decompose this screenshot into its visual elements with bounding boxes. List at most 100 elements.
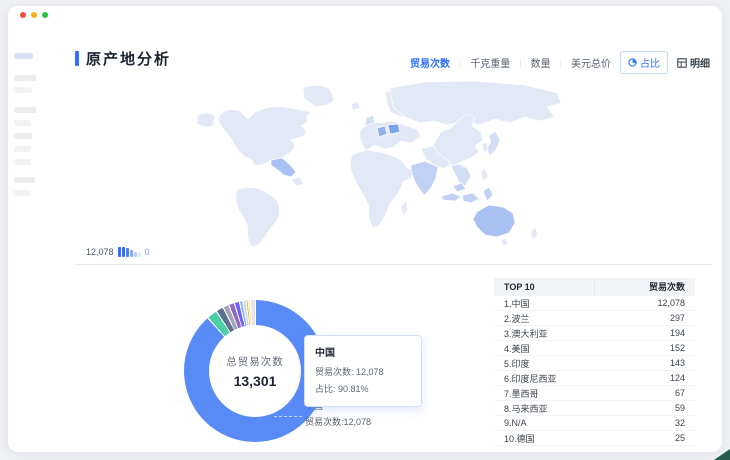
title-accent-bar [75, 51, 79, 66]
tooltip-ratio: 占比: 90.81% [315, 381, 411, 398]
table-header-value: 贸易次数 [594, 278, 695, 296]
tab-kg-weight[interactable]: 千克重量 [470, 55, 510, 70]
row-name: 5.印度 [494, 357, 594, 370]
donut-slice-label-value: 贸易次数:12,078 [305, 414, 371, 430]
sidebar-skeleton-bar [14, 53, 33, 59]
minimize-window-button[interactable] [31, 12, 37, 18]
row-value: 143 [594, 358, 695, 368]
world-map [85, 76, 715, 260]
table-row: 8.马来西亚 59 [494, 401, 695, 416]
map-region-alaska[interactable] [197, 113, 215, 127]
row-value: 152 [594, 343, 695, 353]
map-legend: 12,078 0 [86, 247, 150, 257]
row-name: 2.波兰 [494, 312, 594, 325]
table-grid-icon [677, 58, 687, 68]
row-value: 124 [594, 373, 695, 383]
map-region-indonesia[interactable] [483, 187, 493, 201]
map-region-tasmania[interactable] [501, 238, 508, 246]
map-region-madagascar[interactable] [401, 201, 408, 216]
tab-separator: | [560, 58, 562, 68]
map-legend-max: 12,078 [86, 247, 114, 257]
tooltip-trade-count: 贸易次数: 12,078 [315, 364, 411, 381]
donut-label-leader-line [274, 416, 302, 417]
donut-tooltip: 中国 贸易次数: 12,078 占比: 90.81% [304, 335, 422, 407]
table-header-rank: TOP 10 [494, 282, 594, 292]
app-window: 原产地分析 贸易次数 | 千克重量 | 数量 | 美元总价 占比 明细 [8, 6, 722, 452]
table-row: 5.印度 143 [494, 356, 695, 371]
sidebar-skeleton-bar [14, 146, 31, 152]
tooltip-title: 中国 [315, 344, 411, 359]
map-region-southeast-asia[interactable] [451, 164, 471, 186]
table-row: 9.N/A 32 [494, 416, 695, 431]
row-value: 297 [594, 313, 695, 323]
tab-usd-total[interactable]: 美元总价 [571, 55, 611, 70]
sidebar-skeleton-bar [14, 177, 35, 183]
table-row: 2.波兰 297 [494, 311, 695, 326]
close-window-button[interactable] [20, 12, 26, 18]
pie-clock-icon [628, 58, 637, 67]
tab-separator: | [459, 58, 461, 68]
donut-center: 总贸易次数 13,301 [209, 325, 301, 417]
map-region-africa[interactable] [350, 150, 415, 228]
metric-tabs: 贸易次数 | 千克重量 | 数量 | 美元总价 占比 明细 [410, 51, 710, 74]
background-corner-decoration [714, 449, 730, 460]
table-row: 4.美国 152 [494, 341, 695, 356]
row-name: 9.N/A [494, 418, 594, 428]
tab-trade-count[interactable]: 贸易次数 [410, 55, 450, 70]
window-controls [20, 12, 48, 18]
map-region-australia[interactable] [473, 205, 515, 237]
map-region-indonesia[interactable] [463, 193, 479, 203]
row-name: 4.美国 [494, 342, 594, 355]
map-region-iceland[interactable] [351, 102, 360, 110]
table-row: 7.墨西哥 67 [494, 386, 695, 401]
tab-separator: | [519, 58, 521, 68]
map-region-indonesia[interactable] [441, 193, 461, 201]
section-divider [75, 264, 712, 265]
map-region-india[interactable] [411, 161, 438, 195]
map-legend-bars [118, 247, 141, 257]
tab-quantity[interactable]: 数量 [531, 55, 551, 70]
page-title: 原产地分析 [86, 48, 171, 69]
legend-bar [126, 248, 129, 257]
legend-bar [138, 253, 141, 257]
table-row: 3.澳大利亚 194 [494, 326, 695, 341]
map-region-new-zealand[interactable] [531, 227, 538, 240]
detail-button[interactable]: 明细 [677, 55, 710, 70]
map-region-south-america[interactable] [236, 187, 280, 247]
map-region-poland[interactable] [388, 124, 400, 134]
row-name: 8.马来西亚 [494, 402, 594, 415]
maximize-window-button[interactable] [42, 12, 48, 18]
map-region-greenland[interactable] [303, 85, 334, 106]
sidebar-skeleton-bar [14, 159, 31, 165]
map-region-japan[interactable] [487, 131, 500, 156]
table-row: 6.印度尼西亚 124 [494, 371, 695, 386]
sidebar-skeleton-bar [14, 87, 32, 93]
ratio-button-label: 占比 [640, 55, 660, 70]
row-name: 6.印度尼西亚 [494, 372, 594, 385]
top10-table: TOP 10 贸易次数 1.中国 12,078 2.波兰 297 3.澳大利亚 … [494, 278, 695, 446]
ratio-button[interactable]: 占比 [620, 51, 668, 74]
map-region-korea[interactable] [482, 142, 488, 153]
map-region-mexico[interactable] [271, 158, 296, 177]
table-row: 1.中国 12,078 [494, 296, 695, 311]
donut-center-title: 总贸易次数 [226, 354, 284, 369]
legend-bar [118, 247, 121, 257]
table-header-row: TOP 10 贸易次数 [494, 278, 695, 296]
map-region-north-america[interactable] [218, 107, 311, 166]
sidebar-skeleton-bar [14, 120, 31, 126]
legend-bar [122, 247, 125, 257]
donut-center-value: 13,301 [234, 373, 277, 389]
row-name: 7.墨西哥 [494, 387, 594, 400]
row-value: 32 [594, 418, 695, 428]
legend-bar [134, 252, 137, 257]
detail-button-label: 明细 [690, 55, 710, 70]
row-value: 194 [594, 328, 695, 338]
table-row: 10.德国 25 [494, 431, 695, 446]
map-region-russia[interactable] [390, 81, 561, 125]
map-region-central-america[interactable] [291, 177, 304, 186]
legend-bar [130, 250, 133, 257]
sidebar-skeleton-bar [14, 75, 36, 81]
sidebar-skeleton-bar [14, 133, 32, 139]
row-value: 25 [594, 433, 695, 443]
map-region-philippines[interactable] [481, 168, 488, 182]
